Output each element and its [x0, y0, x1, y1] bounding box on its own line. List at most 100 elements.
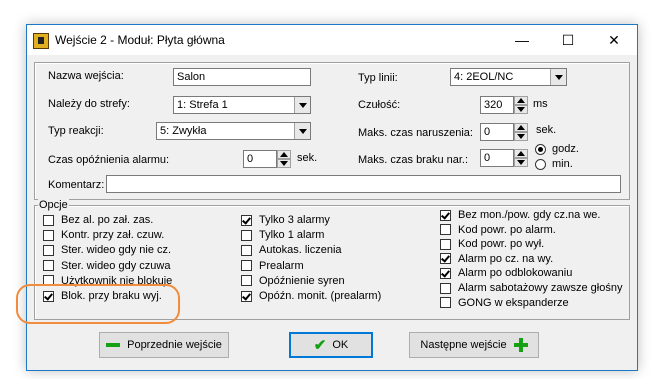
option-label: Kod powr. po wył. [458, 238, 545, 251]
option-checkbox[interactable]: Kontr. przy zał. czuw. [43, 229, 164, 241]
max-violation-value[interactable]: 0 [480, 123, 514, 141]
max-violation-label: Maks. czas naruszenia: [358, 127, 473, 139]
checkbox-unchecked-icon[interactable] [440, 282, 451, 294]
option-label: Prealarm [259, 259, 304, 272]
spin-down-icon[interactable] [277, 159, 291, 168]
max-violation-spinner[interactable]: 0 [480, 123, 528, 141]
plus-icon [513, 338, 528, 352]
spin-up-icon[interactable] [514, 96, 528, 105]
option-checkbox[interactable]: Alarm po cz. na wy. [440, 253, 553, 265]
chevron-down-icon[interactable] [550, 69, 566, 85]
checkbox-unchecked-icon[interactable] [241, 244, 252, 256]
max-violation-unit: sek. [536, 124, 557, 136]
zone-label: Należy do strefy: [48, 98, 130, 110]
option-checkbox[interactable]: Alarm sabotażowy zawsze głośny [440, 282, 622, 294]
line-type-value: 4: 2EOL/NC [454, 71, 514, 83]
reaction-type-select[interactable]: 5: Zwykła [156, 122, 311, 140]
option-checkbox[interactable]: Ster. wideo gdy czuwa [43, 260, 170, 272]
chevron-down-icon[interactable] [294, 123, 310, 139]
spin-up-icon[interactable] [277, 150, 291, 159]
spin-up-icon[interactable] [514, 123, 528, 132]
radio-unselected-icon [535, 158, 546, 170]
unit-hours-label: godz. [552, 143, 579, 155]
option-checkbox[interactable]: Alarm po odblokowaniu [440, 267, 572, 279]
line-type-label: Typ linii: [358, 72, 398, 84]
option-checkbox[interactable]: Bez mon./pow. gdy cz.na we. [440, 209, 600, 221]
checkbox-unchecked-icon[interactable] [43, 244, 54, 256]
option-label: Alarm po cz. na wy. [458, 252, 554, 265]
alarm-delay-spinner[interactable]: 0 [243, 150, 291, 168]
checkbox-checked-icon[interactable] [440, 253, 451, 265]
checkbox-unchecked-icon[interactable] [440, 224, 451, 236]
zone-select-value: 1: Strefa 1 [177, 99, 228, 111]
option-checkbox[interactable]: Opóźnienie syren [241, 275, 345, 287]
option-label: Opóźn. monit. (prealarm) [259, 290, 382, 302]
input-name-label: Nazwa wejścia: [48, 70, 124, 82]
comment-label: Komentarz: [48, 179, 105, 191]
checkbox-checked-icon[interactable] [440, 267, 451, 279]
option-checkbox[interactable]: Kod powr. po alarm. [440, 224, 556, 236]
checkbox-unchecked-icon[interactable] [43, 214, 54, 226]
option-checkbox[interactable]: GONG w ekspanderze [440, 297, 569, 309]
spin-down-icon[interactable] [514, 158, 528, 167]
maximize-button[interactable]: ☐ [545, 25, 591, 55]
checkbox-unchecked-icon[interactable] [43, 229, 54, 241]
checkbox-unchecked-icon[interactable] [440, 297, 451, 309]
line-type-select[interactable]: 4: 2EOL/NC [450, 68, 567, 86]
input-name-field[interactable]: Salon [173, 68, 311, 86]
option-checkbox[interactable]: Bez al. po zał. zas. [43, 214, 153, 226]
app-icon [33, 33, 49, 49]
option-checkbox[interactable]: Kod powr. po wył. [440, 238, 544, 250]
option-label: Opóźnienie syren [259, 274, 345, 287]
option-label: Bez mon./pow. gdy cz.na we. [458, 209, 601, 221]
sensitivity-spinner[interactable]: 320 [480, 96, 528, 114]
checkbox-checked-icon[interactable] [440, 209, 451, 221]
option-label: Ster. wideo gdy nie cz. [61, 244, 172, 257]
comment-field[interactable] [106, 175, 621, 193]
ok-label: OK [332, 339, 349, 351]
close-button[interactable]: ✕ [591, 25, 637, 55]
option-label: Ster. wideo gdy czuwa [61, 259, 171, 272]
spin-down-icon[interactable] [514, 132, 528, 141]
alarm-delay-label: Czas opóźnienia alarmu: [48, 154, 170, 166]
unit-minutes-radio[interactable]: min. [535, 158, 573, 170]
option-checkbox[interactable]: Opóźn. monit. (prealarm) [241, 290, 381, 302]
spin-up-icon[interactable] [514, 149, 528, 158]
checkbox-unchecked-icon[interactable] [440, 238, 451, 250]
checkbox-unchecked-icon[interactable] [241, 260, 252, 272]
option-label: Alarm po odblokowaniu [458, 267, 573, 280]
general-settings-group: Nazwa wejścia: Salon Należy do strefy: 1… [34, 62, 630, 200]
checkbox-unchecked-icon[interactable] [241, 229, 252, 241]
max-no-violation-spinner[interactable]: 0 [480, 149, 528, 167]
option-checkbox[interactable]: Ster. wideo gdy nie cz. [43, 244, 171, 256]
reaction-type-value: 5: Zwykła [160, 125, 207, 137]
option-label: Tylko 1 alarm [259, 229, 325, 242]
option-checkbox[interactable]: Tylko 1 alarm [241, 229, 324, 241]
options-title: Opcje [38, 199, 69, 211]
spin-down-icon[interactable] [514, 105, 528, 114]
sensitivity-label: Czułość: [358, 99, 401, 111]
reaction-type-label: Typ reakcji: [48, 125, 104, 137]
option-checkbox[interactable]: Tylko 3 alarmy [241, 214, 330, 226]
checkbox-unchecked-icon[interactable] [241, 275, 252, 287]
option-label: Tylko 3 alarmy [259, 214, 330, 226]
option-checkbox[interactable]: Prealarm [241, 260, 304, 272]
checkbox-unchecked-icon[interactable] [43, 260, 54, 272]
option-checkbox[interactable]: Autokas. liczenia [241, 244, 342, 256]
checkbox-checked-icon[interactable] [241, 214, 252, 226]
previous-input-button[interactable]: Poprzednie wejście [99, 332, 229, 358]
zone-select[interactable]: 1: Strefa 1 [173, 96, 311, 114]
unit-hours-radio[interactable]: godz. [535, 143, 579, 155]
chevron-down-icon[interactable] [294, 97, 310, 113]
max-no-violation-value[interactable]: 0 [480, 149, 514, 167]
window-title: Wejście 2 - Moduł: Płyta główna [55, 33, 225, 47]
ok-button[interactable]: ✔ OK [289, 332, 373, 358]
sensitivity-value[interactable]: 320 [480, 96, 514, 114]
checkbox-checked-icon[interactable] [241, 290, 252, 302]
highlight-annotation [16, 284, 180, 324]
next-input-button[interactable]: Następne wejście [409, 332, 539, 358]
alarm-delay-value[interactable]: 0 [243, 150, 277, 168]
option-label: Bez al. po zał. zas. [61, 214, 154, 226]
unit-minutes-label: min. [552, 158, 573, 170]
minimize-button[interactable]: — [499, 25, 545, 55]
